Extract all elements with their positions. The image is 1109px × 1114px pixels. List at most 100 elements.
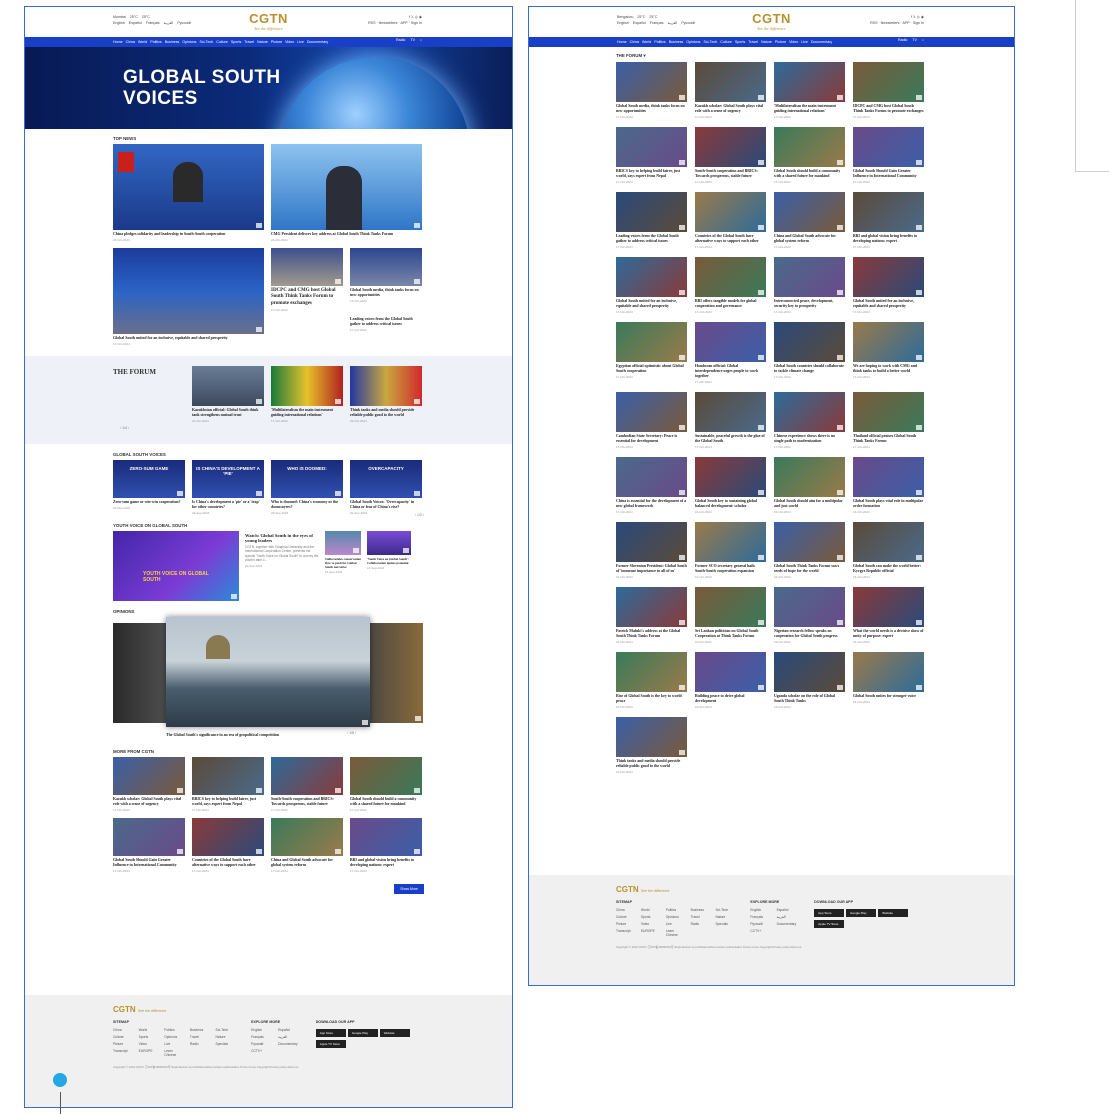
opinions-pager[interactable]: ‹ 1/8 › bbox=[347, 731, 356, 735]
nav-item[interactable]: Sports bbox=[231, 40, 241, 44]
news-card[interactable]: BRICS key to helping build fairer, just … bbox=[616, 127, 687, 184]
news-card[interactable]: Global South Should Gain Greater Influen… bbox=[853, 127, 924, 184]
nav-item[interactable]: Travel bbox=[244, 40, 254, 44]
nav-item[interactable]: Culture bbox=[216, 40, 228, 44]
nav-item[interactable]: Video bbox=[285, 40, 294, 44]
app-store-button[interactable]: Website bbox=[379, 1029, 410, 1037]
footer-link[interactable]: Nature bbox=[216, 1035, 234, 1039]
footer-link[interactable]: Learn Chinese bbox=[666, 929, 683, 937]
nav-item[interactable]: Video bbox=[789, 40, 798, 44]
footer-link[interactable]: Sports bbox=[139, 1035, 157, 1039]
news-card[interactable]: Global South united for an inclusive, eq… bbox=[853, 257, 924, 314]
news-card[interactable]: Global South Think Tanks Forum sows seed… bbox=[774, 522, 845, 579]
news-card[interactable]: Global South media, think tanks focus on… bbox=[616, 62, 687, 119]
news-card[interactable]: Uganda scholar on the role of Global Sou… bbox=[774, 652, 845, 709]
nav-item[interactable]: Nature bbox=[257, 40, 268, 44]
app-store-button[interactable]: Google Play bbox=[846, 909, 877, 917]
footer-link[interactable]: Video bbox=[139, 1042, 157, 1046]
youth-card[interactable]: 'Youth Voice on Global South': Collabora… bbox=[367, 531, 411, 601]
footer-link[interactable]: Business bbox=[691, 908, 708, 912]
youth-poster[interactable]: YOUTH VOICE ON GLOBAL SOUTH bbox=[113, 531, 239, 601]
news-card[interactable]: South-South cooperation and BRICS: Towar… bbox=[695, 127, 766, 184]
news-card[interactable]: China pledges solidarity and leadership … bbox=[113, 144, 264, 242]
footer-link[interactable]: Learn Chinese bbox=[164, 1049, 182, 1057]
news-card[interactable]: OVERCAPACITY Global South Voices: 'Overca… bbox=[350, 460, 422, 515]
news-card[interactable]: China and Global South advocate for glob… bbox=[271, 818, 343, 873]
search-icon[interactable]: ⌕ bbox=[922, 38, 924, 42]
news-card[interactable]: IDCPC and CMG host Global South Think Ta… bbox=[853, 62, 924, 119]
footer-link[interactable]: English bbox=[750, 908, 768, 912]
forum-pager[interactable]: ‹ 1/4 › bbox=[120, 426, 129, 430]
footer-link[interactable]: Culture bbox=[616, 915, 633, 919]
app-store-button[interactable]: App Store bbox=[814, 909, 845, 917]
language-link[interactable]: Русский bbox=[177, 21, 190, 25]
forum-card[interactable]: 'Multilateralism the main instrument gui… bbox=[271, 366, 343, 423]
news-card[interactable]: We are hoping to work with CMG and think… bbox=[853, 322, 924, 384]
radio-link[interactable]: Radio bbox=[396, 38, 405, 42]
nav-item[interactable]: Home bbox=[617, 40, 627, 44]
news-card[interactable]: Global South media, think tanks focus on… bbox=[350, 248, 422, 346]
language-links[interactable]: English Español Français العربية Русский bbox=[113, 20, 195, 26]
news-card[interactable]: Global South plays vital role in multipo… bbox=[853, 457, 924, 514]
footer-link[interactable]: Nature bbox=[715, 915, 732, 919]
news-card[interactable]: Global South should aim for a multipolar… bbox=[774, 457, 845, 514]
footer-link[interactable]: EUROPE bbox=[139, 1049, 157, 1057]
footer-link[interactable]: Politics bbox=[666, 908, 683, 912]
news-card[interactable]: IDCPC and CMG host Global South Think Ta… bbox=[271, 248, 343, 346]
footer-link[interactable]: World bbox=[139, 1028, 157, 1032]
footer-link[interactable]: English bbox=[251, 1028, 270, 1032]
footer-link[interactable]: Español bbox=[777, 908, 797, 912]
footer-link[interactable]: Transcript bbox=[616, 929, 633, 937]
language-link[interactable]: Español bbox=[633, 21, 646, 25]
news-card[interactable]: Countries of the Global South have alter… bbox=[695, 192, 766, 249]
nav-item[interactable]: Home bbox=[113, 40, 123, 44]
footer-link[interactable]: Travel bbox=[691, 915, 708, 919]
news-card[interactable]: Sri Lankan politician on Global South Co… bbox=[695, 587, 766, 644]
nav-item[interactable]: Documentary bbox=[307, 40, 328, 44]
cgtn-logo[interactable]: CGTN See the difference bbox=[249, 11, 288, 31]
search-icon[interactable]: ⌕ bbox=[420, 38, 422, 42]
footer-link[interactable]: Русский bbox=[750, 922, 768, 926]
news-card[interactable]: Leading voices from the Global South gat… bbox=[350, 317, 422, 327]
forum-card[interactable]: Think tanks and media should provide rel… bbox=[350, 366, 422, 423]
footer-link[interactable]: CCTV+ bbox=[251, 1049, 270, 1053]
footer-link[interactable]: Radio bbox=[190, 1042, 208, 1046]
news-card[interactable]: Global South Should Gain Greater Influen… bbox=[113, 818, 185, 873]
cgtn-logo[interactable]: CGTN See the difference bbox=[752, 11, 791, 31]
app-store-button[interactable]: App Store bbox=[315, 1029, 346, 1037]
news-card[interactable]: 'Multilateralism the main instrument gui… bbox=[774, 62, 845, 119]
news-card[interactable]: Honduran official: Global interdependenc… bbox=[695, 322, 766, 384]
nav-item[interactable]: Sci-Tech bbox=[199, 40, 213, 44]
nav-item[interactable]: Nature bbox=[761, 40, 772, 44]
footer-link[interactable]: العربية bbox=[777, 915, 797, 919]
footer-link[interactable]: Video bbox=[641, 922, 658, 926]
nav-item[interactable]: Documentary bbox=[811, 40, 832, 44]
nav-item[interactable]: Live bbox=[297, 40, 304, 44]
news-card[interactable]: BRICS key to helping build fairer, just … bbox=[192, 757, 264, 812]
nav-item[interactable]: Live bbox=[801, 40, 808, 44]
language-link[interactable]: Русский bbox=[681, 21, 694, 25]
footer-link[interactable]: Documentary bbox=[777, 922, 797, 926]
footer-link[interactable]: Politics bbox=[164, 1028, 182, 1032]
nav-item[interactable]: Sci-Tech bbox=[703, 40, 717, 44]
footer-link[interactable]: Sports bbox=[641, 915, 658, 919]
footer-link[interactable]: Sci-Tech bbox=[715, 908, 732, 912]
news-card[interactable]: What the world needs is a decisive show … bbox=[853, 587, 924, 644]
news-card[interactable]: BRI and global vision bring benefits to … bbox=[350, 818, 422, 873]
footer-link[interactable]: Picture bbox=[616, 922, 633, 926]
footer-link[interactable]: Русский bbox=[251, 1042, 270, 1046]
footer-link[interactable]: Documentary bbox=[278, 1042, 298, 1046]
news-card[interactable]: Kazakh scholar: Global South plays vital… bbox=[695, 62, 766, 119]
language-link[interactable]: English bbox=[617, 21, 629, 25]
footer-link[interactable]: العربية bbox=[278, 1035, 298, 1039]
nav-item[interactable]: Opinions bbox=[686, 40, 700, 44]
tv-link[interactable]: TV bbox=[410, 38, 415, 42]
news-card[interactable]: China and Global South advocate for glob… bbox=[774, 192, 845, 249]
news-card[interactable]: Countries of the Global South have alter… bbox=[192, 818, 264, 873]
footer-link[interactable]: Transcript bbox=[113, 1049, 131, 1057]
news-card[interactable]: Sustainable, peaceful growth is the glue… bbox=[695, 392, 766, 449]
language-link[interactable]: Français bbox=[650, 21, 664, 25]
language-links[interactable]: English Español Français العربية Русский bbox=[617, 20, 699, 26]
footer-link[interactable]: Radio bbox=[691, 922, 708, 926]
footer-link[interactable]: Business bbox=[190, 1028, 208, 1032]
